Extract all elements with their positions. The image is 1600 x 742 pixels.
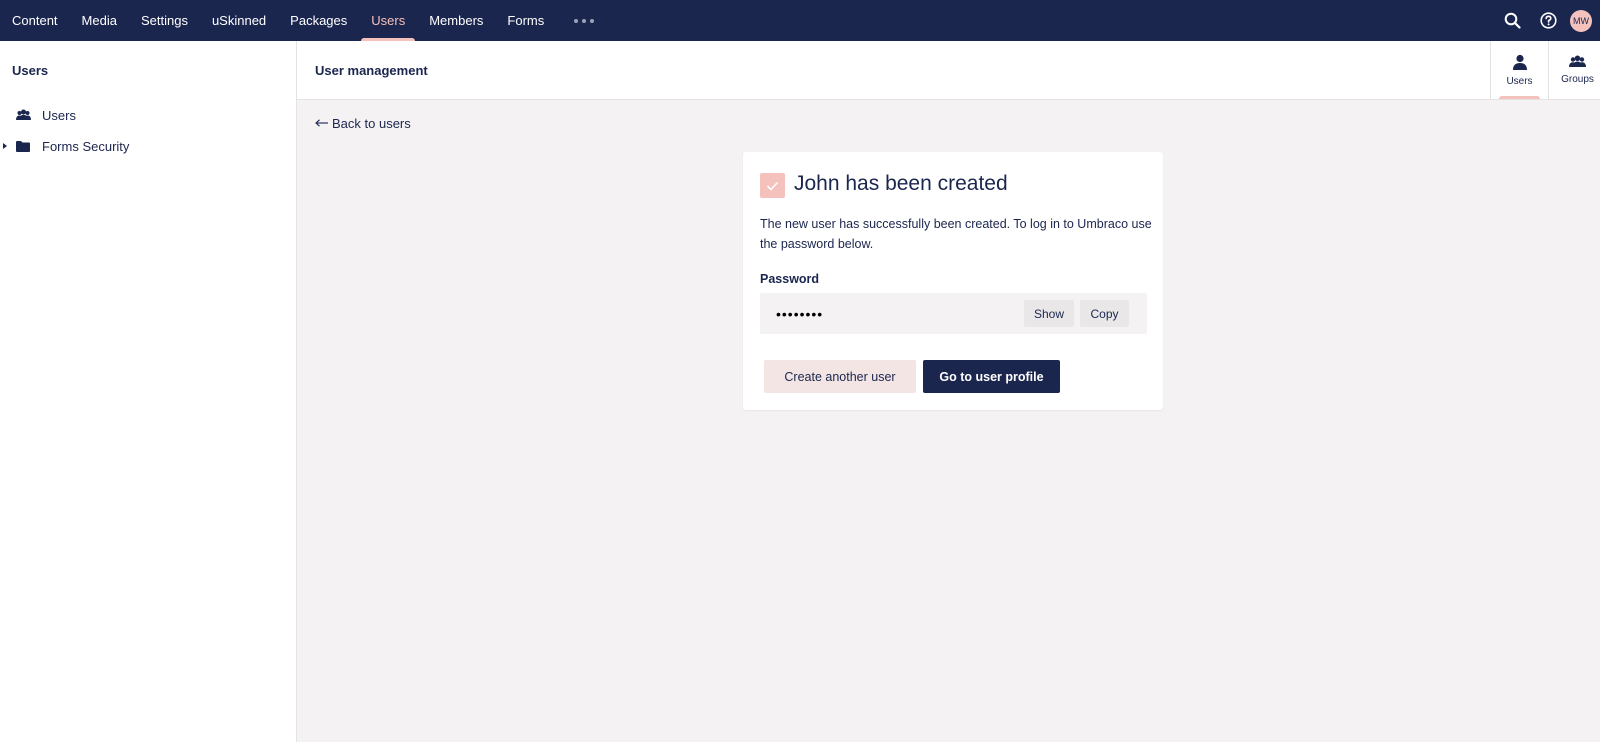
tab-groups[interactable]: Groups <box>1548 41 1600 99</box>
folder-icon <box>15 139 31 153</box>
sidebar-item-label: Forms Security <box>42 138 130 154</box>
arrow-left-icon <box>315 116 329 131</box>
tab-users[interactable]: Users <box>1490 41 1548 99</box>
groups-icon <box>1569 55 1586 67</box>
nav-item-uskinned[interactable]: uSkinned <box>200 0 278 41</box>
page-header: User management Users Groups <box>297 41 1600 100</box>
nav-item-settings[interactable]: Settings <box>129 0 200 41</box>
nav-item-packages[interactable]: Packages <box>278 0 359 41</box>
user-created-card: John has been created The new user has s… <box>743 152 1163 410</box>
user-icon <box>1512 54 1527 70</box>
show-password-button[interactable]: Show <box>1024 300 1074 327</box>
tab-label: Groups <box>1561 74 1594 85</box>
password-value: •••••••• <box>776 306 824 322</box>
nav-item-members[interactable]: Members <box>417 0 495 41</box>
search-icon[interactable] <box>1494 0 1530 41</box>
page-title: User management <box>315 63 428 78</box>
avatar[interactable]: MW <box>1570 9 1592 32</box>
go-to-user-profile-button[interactable]: Go to user profile <box>923 360 1060 393</box>
top-navigation-bar: Content Media Settings uSkinned Packages… <box>0 0 1600 41</box>
nav-item-forms[interactable]: Forms <box>495 0 556 41</box>
password-label: Password <box>760 272 820 286</box>
copy-password-button[interactable]: Copy <box>1080 300 1129 327</box>
sidebar-title: Users <box>12 63 49 78</box>
help-icon[interactable] <box>1530 0 1566 41</box>
password-field: •••••••• Show Copy <box>760 293 1147 334</box>
back-to-users-link[interactable]: Back to users <box>315 116 411 131</box>
card-description: The new user has successfully been creat… <box>760 217 1152 251</box>
checkmark-icon <box>760 173 785 198</box>
section-nav: Content Media Settings uSkinned Packages… <box>0 0 612 41</box>
nav-item-users[interactable]: Users <box>359 0 417 41</box>
card-title: John has been created <box>794 172 1008 195</box>
sidebar: Users Users Forms Security <box>0 41 297 742</box>
create-another-user-button[interactable]: Create another user <box>764 360 916 393</box>
top-right-tools: MW <box>1494 0 1600 41</box>
ellipsis-icon[interactable] <box>556 0 612 41</box>
sidebar-item-forms-security[interactable]: Forms Security <box>0 135 296 157</box>
expand-caret-icon[interactable] <box>3 143 7 149</box>
nav-item-media[interactable]: Media <box>70 0 129 41</box>
nav-item-content[interactable]: Content <box>0 0 70 41</box>
sidebar-item-users[interactable]: Users <box>0 104 296 126</box>
back-link-label: Back to users <box>332 116 411 131</box>
sidebar-item-label: Users <box>42 107 76 123</box>
users-icon <box>15 108 31 122</box>
tab-label: Users <box>1506 75 1533 87</box>
